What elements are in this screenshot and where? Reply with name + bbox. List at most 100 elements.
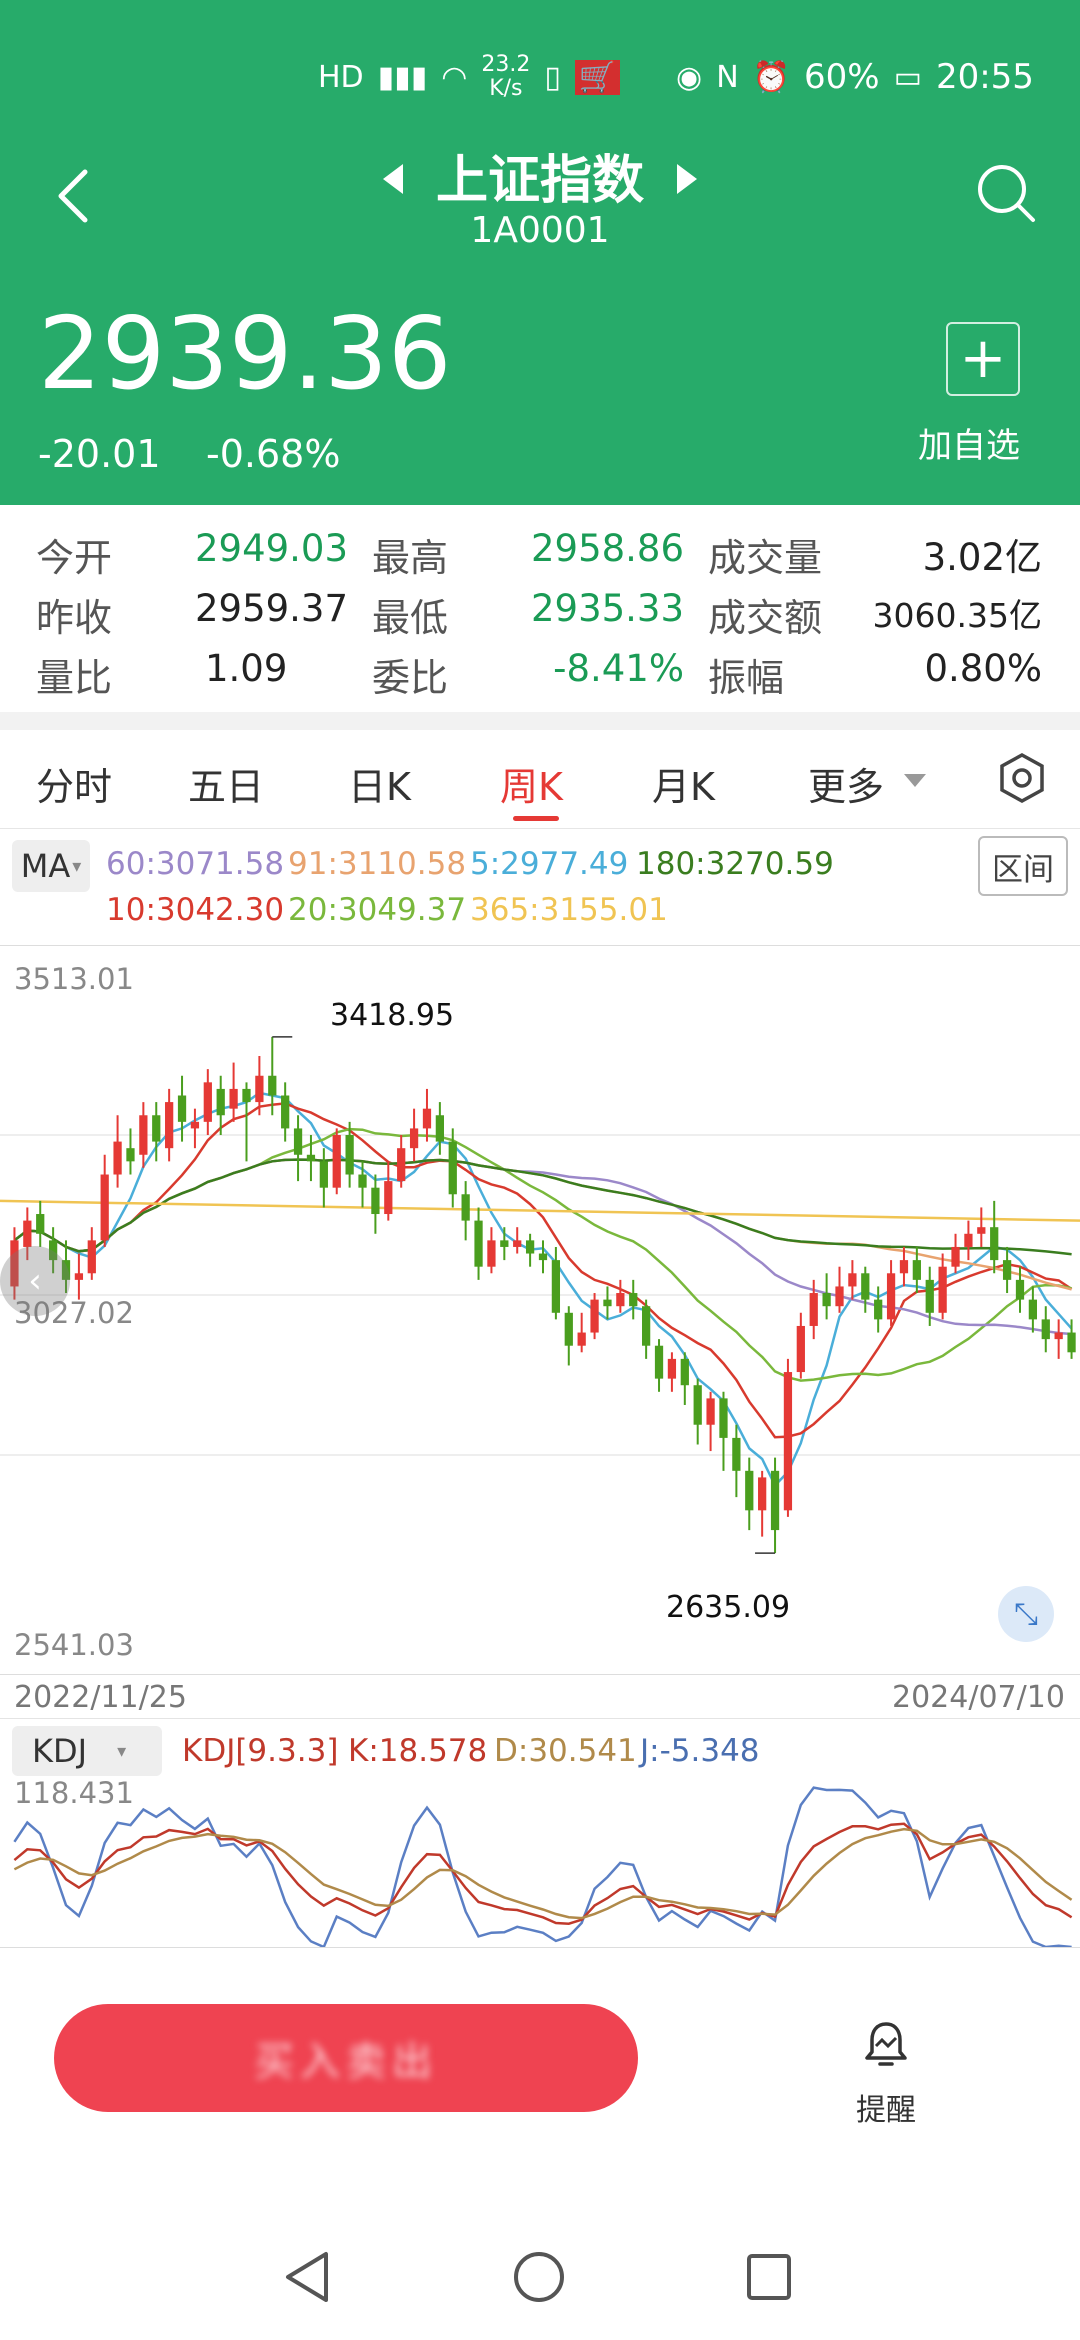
add-watchlist-label[interactable]: 加自选 <box>918 418 1020 467</box>
stat-label: 成交额 <box>708 596 823 640</box>
section-divider <box>0 712 1080 730</box>
net-speed: 23.2 K/s <box>481 53 530 101</box>
tab-weekly-k[interactable]: 周K <box>500 756 563 811</box>
nav-back-icon[interactable] <box>282 2250 332 2304</box>
ma365-line <box>0 1199 1080 1222</box>
scroll-left-icon[interactable]: ‹ <box>0 1246 70 1316</box>
candle <box>745 1457 754 1531</box>
stat-label: 最高 <box>372 536 449 580</box>
settings-icon[interactable] <box>998 752 1046 804</box>
ma-20: 20:3049.37 <box>288 892 467 928</box>
kdj-selector-button[interactable]: KDJ ▾ <box>12 1726 162 1776</box>
alert-label[interactable]: 提醒 <box>856 2085 916 2129</box>
candle <box>1028 1286 1038 1333</box>
range-button[interactable]: 区间 <box>978 836 1068 896</box>
trade-button-label: 买入卖出 <box>254 2039 438 2085</box>
alert-bell-icon[interactable] <box>862 2020 910 2068</box>
candle <box>87 1227 96 1280</box>
kdj-d-value: D:30.541 <box>494 1733 637 1769</box>
tab-more[interactable]: 更多 <box>808 756 884 811</box>
candle <box>977 1207 986 1247</box>
candle <box>74 1253 84 1300</box>
candle <box>861 1266 870 1313</box>
candle <box>719 1391 728 1471</box>
candle <box>783 1358 793 1517</box>
stat-value: -8.41% <box>553 647 684 690</box>
stat-value: 3060.35亿 <box>872 596 1042 635</box>
chevron-down-icon[interactable] <box>904 774 926 788</box>
ma-button-label: MA <box>20 847 71 885</box>
candle <box>409 1108 419 1162</box>
sim-icon: ▯ <box>544 59 561 95</box>
stock-code: 1A0001 <box>470 210 610 251</box>
candle <box>629 1279 638 1320</box>
wifi-icon: ◠ <box>441 59 468 95</box>
low-price-annotation: 2635.09 <box>666 1590 791 1625</box>
candle <box>564 1306 573 1366</box>
stat-value: 2958.86 <box>530 527 684 570</box>
candle <box>435 1102 444 1155</box>
eye-icon: ◉ <box>676 59 703 95</box>
active-tab-indicator <box>513 816 559 821</box>
candle <box>384 1161 393 1221</box>
candle <box>667 1352 677 1392</box>
candle <box>590 1293 599 1340</box>
candle <box>1041 1306 1050 1353</box>
nav-home-icon[interactable] <box>512 2250 566 2304</box>
trade-button[interactable]: 买入卖出 <box>54 2004 638 2112</box>
ma-selector-button[interactable]: MA ▾ <box>12 840 90 892</box>
candle <box>770 1457 780 1554</box>
kdj-j-value: J:-5.348 <box>640 1733 760 1769</box>
candle <box>165 1088 174 1162</box>
candle <box>642 1299 651 1359</box>
ma-60: 60:3071.58 <box>106 846 285 882</box>
candle <box>706 1391 715 1452</box>
add-watchlist-icon[interactable]: + <box>946 322 1020 396</box>
status-icons-right: ◉ N ⏰ 60% ▭ 20:55 <box>676 52 1034 102</box>
stat-label: 成交量 <box>708 536 823 580</box>
ma-180: 180:3270.59 <box>636 846 834 882</box>
candle <box>616 1279 625 1313</box>
search-icon[interactable] <box>975 162 1037 224</box>
tab-daily-k[interactable]: 日K <box>348 756 411 811</box>
stats-grid: 今开 2949.03 最高 2958.86 成交量 3.02亿 昨收 2959.… <box>0 505 1080 712</box>
candle <box>229 1062 238 1122</box>
battery-percent: 60% <box>804 57 880 97</box>
ma180-line <box>13 1158 1072 1256</box>
candle <box>654 1339 664 1392</box>
stat-value: 2949.03 <box>194 527 348 570</box>
stock-name: 上证指数 <box>435 151 644 211</box>
candle <box>461 1181 470 1241</box>
nav-recents-icon[interactable] <box>744 2250 794 2304</box>
candle <box>203 1069 212 1136</box>
tab-intraday[interactable]: 分时 <box>36 756 112 811</box>
candle <box>177 1075 187 1142</box>
status-icons-left: HD ▮▮▮ ◠ 23.2 K/s ▯ 🛒 <box>318 52 621 102</box>
high-price-annotation: 3418.95 <box>330 998 455 1033</box>
stat-label: 量比 <box>36 656 113 700</box>
shop-icon: 🛒 <box>574 59 621 95</box>
ma-365: 365:3155.01 <box>470 892 668 928</box>
candle <box>693 1378 702 1445</box>
stat-label: 昨收 <box>36 596 113 640</box>
fullscreen-icon[interactable]: ⤡ <box>998 1586 1054 1642</box>
stat-value: 0.80% <box>924 647 1042 690</box>
tab-five-day[interactable]: 五日 <box>188 756 264 811</box>
candle <box>796 1312 805 1379</box>
price-change: -20.01 <box>38 432 161 476</box>
kdj-chart[interactable] <box>0 1775 1080 1947</box>
candle <box>332 1128 341 1195</box>
candle <box>474 1207 483 1280</box>
candle <box>758 1470 767 1537</box>
candle <box>951 1233 960 1274</box>
tab-monthly-k[interactable]: 月K <box>652 756 715 811</box>
ma-91: 91:3110.58 <box>288 846 467 882</box>
candlestick-chart[interactable] <box>0 945 1080 1673</box>
net-speed-bottom: K/s <box>489 76 523 101</box>
battery-icon: ▭ <box>893 59 922 95</box>
stat-value: 1.09 <box>205 647 288 690</box>
ma-5: 5:2977.49 <box>470 846 629 882</box>
candle <box>242 1082 251 1162</box>
hd-icon: HD <box>318 59 364 95</box>
stat-value: 2935.33 <box>530 587 684 630</box>
